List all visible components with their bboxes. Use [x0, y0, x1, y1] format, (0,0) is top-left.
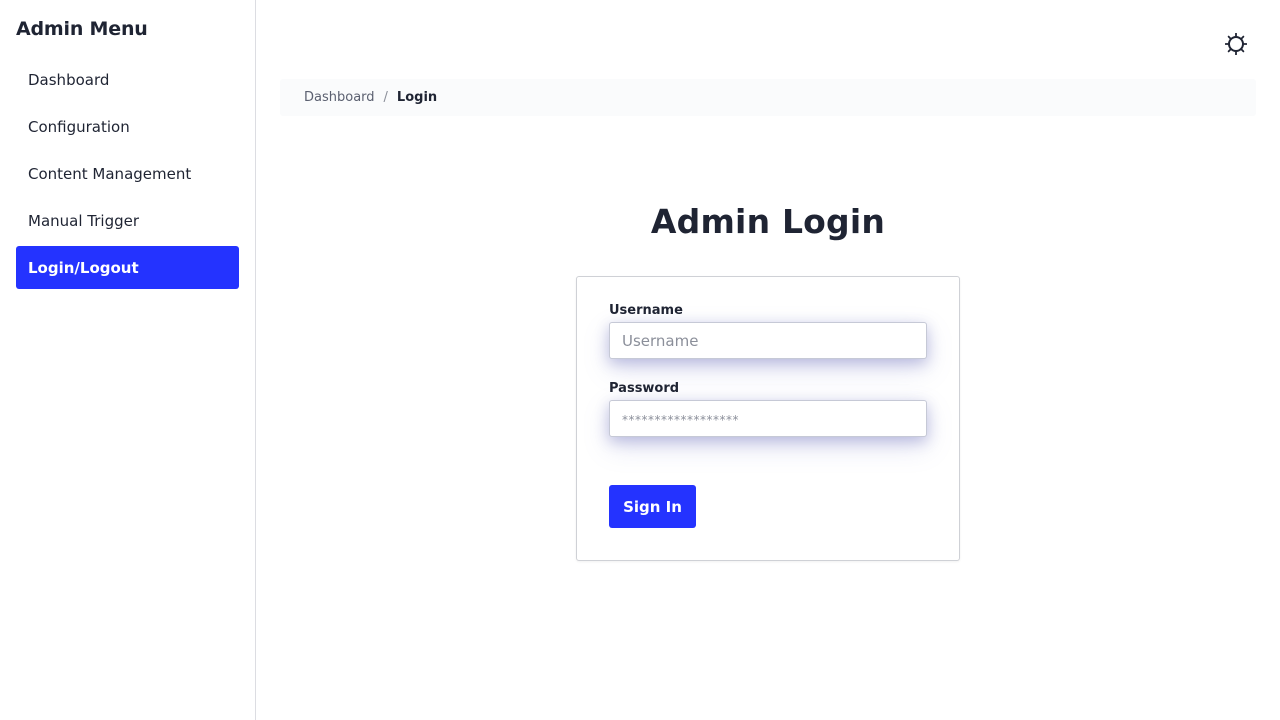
- sidebar-item-configuration[interactable]: Configuration: [16, 105, 239, 148]
- sidebar-item-content-management[interactable]: Content Management: [16, 152, 239, 195]
- password-label: Password: [609, 381, 680, 396]
- breadcrumb: Dashboard / Login: [280, 79, 1256, 116]
- field-spacer: [609, 359, 927, 381]
- username-label: Username: [609, 303, 683, 318]
- theme-toggle-button[interactable]: [1224, 32, 1248, 56]
- sidebar-title: Admin Menu: [16, 18, 148, 40]
- breadcrumb-item-dashboard[interactable]: Dashboard: [304, 90, 375, 105]
- login-form: Username Password Sign In: [576, 276, 960, 561]
- sidebar-item-login-logout[interactable]: Login/Logout: [16, 246, 239, 289]
- password-input[interactable]: [609, 400, 927, 437]
- breadcrumb-item-login: Login: [396, 90, 438, 105]
- username-input[interactable]: [609, 322, 927, 359]
- page-title: Admin Login: [650, 202, 886, 241]
- sun-icon: [1225, 33, 1247, 55]
- sidebar-item-dashboard[interactable]: Dashboard: [16, 58, 239, 101]
- app-root: Admin Menu Dashboard Configuration Conte…: [0, 0, 1280, 720]
- breadcrumb-separator: /: [383, 90, 388, 105]
- sidebar-item-manual-trigger[interactable]: Manual Trigger: [16, 199, 239, 242]
- sign-in-button[interactable]: Sign In: [609, 485, 696, 528]
- sidebar-nav: Dashboard Configuration Content Manageme…: [16, 58, 239, 289]
- sidebar: Admin Menu Dashboard Configuration Conte…: [0, 0, 256, 720]
